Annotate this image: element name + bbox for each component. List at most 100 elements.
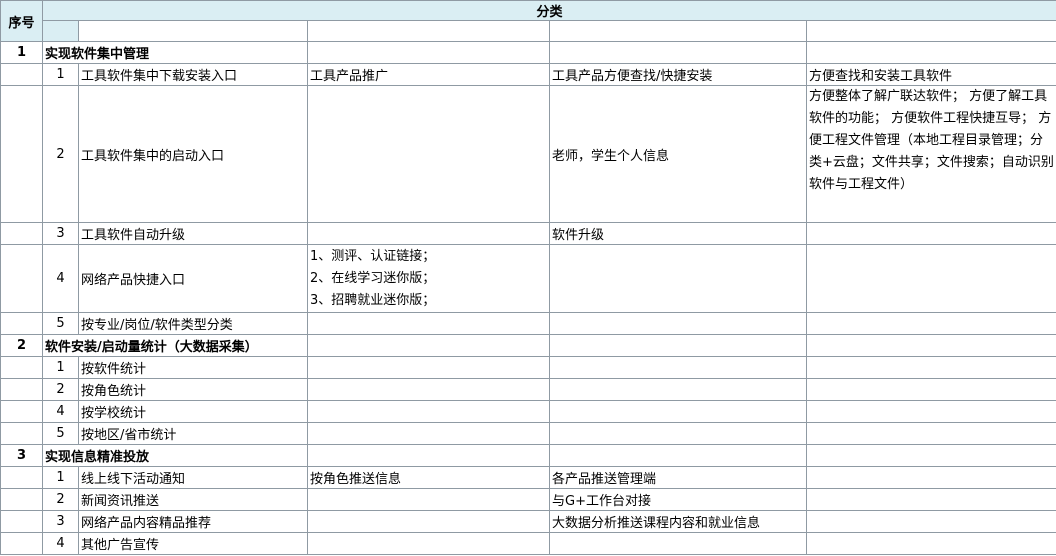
category-cell-c3[interactable]: 软件升级: [549, 222, 807, 245]
category-cell-c1[interactable]: 按角色统计: [78, 378, 308, 401]
category-cell-c2[interactable]: [307, 510, 550, 533]
category-cell-c1[interactable]: 新闻资讯推送: [78, 488, 308, 511]
section-number-cell[interactable]: 2: [0, 334, 43, 357]
row-number-cell[interactable]: 1: [42, 63, 79, 86]
index-gutter-cell[interactable]: [0, 85, 43, 223]
row-number-cell[interactable]: 4: [42, 244, 79, 313]
index-gutter-cell[interactable]: [0, 63, 43, 86]
category-cell-c3[interactable]: 各产品推送管理端: [549, 466, 807, 489]
category-header[interactable]: 分类: [42, 0, 1056, 21]
category-cell-c2[interactable]: [307, 400, 550, 423]
category-cell-c3[interactable]: [549, 422, 807, 445]
row-number-cell[interactable]: 1: [42, 356, 79, 379]
row-number-cell[interactable]: 3: [42, 222, 79, 245]
index-header[interactable]: 序号: [0, 0, 43, 42]
section-number-cell[interactable]: 1: [0, 41, 43, 64]
category-cell-c1[interactable]: 按专业/岗位/软件类型分类: [78, 312, 308, 335]
category-cell-c4[interactable]: [806, 488, 1056, 511]
section-title-cell[interactable]: 实现软件集中管理: [42, 41, 308, 64]
category-cell-c2[interactable]: [307, 356, 550, 379]
empty-cell[interactable]: [806, 334, 1056, 357]
sub-header-cell[interactable]: [42, 20, 79, 42]
category-cell-c2[interactable]: 工具产品推广: [307, 63, 550, 86]
sub-header-cell[interactable]: [806, 20, 1056, 42]
category-cell-c2[interactable]: 1、测评、认证链接； 2、在线学习迷你版； 3、招聘就业迷你版；: [307, 244, 550, 313]
empty-cell[interactable]: [806, 41, 1056, 64]
empty-cell[interactable]: [806, 444, 1056, 467]
category-cell-c4[interactable]: [806, 356, 1056, 379]
empty-cell[interactable]: [549, 444, 807, 467]
category-cell-c4[interactable]: 方便查找和安装工具软件: [806, 63, 1056, 86]
category-cell-c2[interactable]: [307, 422, 550, 445]
index-gutter-cell[interactable]: [0, 400, 43, 423]
category-cell-c4[interactable]: [806, 244, 1056, 313]
empty-cell[interactable]: [307, 334, 550, 357]
sub-header-cell[interactable]: [307, 20, 550, 42]
category-cell-c4[interactable]: [806, 222, 1056, 245]
category-cell-c3[interactable]: 老师，学生个人信息: [549, 85, 807, 223]
category-cell-c1[interactable]: 其他广告宣传: [78, 532, 308, 555]
category-cell-c4[interactable]: [806, 466, 1056, 489]
sub-header-cell[interactable]: [78, 20, 308, 42]
category-cell-c2[interactable]: [307, 222, 550, 245]
category-cell-c2[interactable]: [307, 378, 550, 401]
empty-cell[interactable]: [307, 41, 550, 64]
category-cell-c1[interactable]: 按地区/省市统计: [78, 422, 308, 445]
category-cell-c1[interactable]: 工具软件自动升级: [78, 222, 308, 245]
category-cell-c3[interactable]: [549, 400, 807, 423]
section-title-cell[interactable]: 实现信息精准投放: [42, 444, 308, 467]
row-number-cell[interactable]: 2: [42, 378, 79, 401]
row-number-cell[interactable]: 5: [42, 312, 79, 335]
category-cell-c2[interactable]: [307, 488, 550, 511]
row-number-cell[interactable]: 3: [42, 510, 79, 533]
category-cell-c1[interactable]: 网络产品快捷入口: [78, 244, 308, 313]
index-gutter-cell[interactable]: [0, 488, 43, 511]
index-gutter-cell[interactable]: [0, 312, 43, 335]
index-gutter-cell[interactable]: [0, 244, 43, 313]
category-cell-c3[interactable]: 工具产品方便查找/快捷安装: [549, 63, 807, 86]
row-number-cell[interactable]: 5: [42, 422, 79, 445]
empty-cell[interactable]: [307, 444, 550, 467]
category-cell-c3[interactable]: [549, 244, 807, 313]
category-cell-c1[interactable]: 按软件统计: [78, 356, 308, 379]
category-cell-c1[interactable]: 工具软件集中的启动入口: [78, 85, 308, 223]
category-cell-c2[interactable]: 按角色推送信息: [307, 466, 550, 489]
empty-cell[interactable]: [549, 41, 807, 64]
row-number-cell[interactable]: 2: [42, 488, 79, 511]
category-cell-c3[interactable]: [549, 356, 807, 379]
section-number-cell[interactable]: 3: [0, 444, 43, 467]
row-number-cell[interactable]: 2: [42, 85, 79, 223]
index-gutter-cell[interactable]: [0, 510, 43, 533]
category-cell-c2[interactable]: [307, 85, 550, 223]
category-cell-c1[interactable]: 网络产品内容精品推荐: [78, 510, 308, 533]
index-gutter-cell[interactable]: [0, 532, 43, 555]
row-number-cell[interactable]: 4: [42, 400, 79, 423]
sub-header-cell[interactable]: [549, 20, 807, 42]
category-cell-c3[interactable]: 大数据分析推送课程内容和就业信息: [549, 510, 807, 533]
category-cell-c3[interactable]: [549, 532, 807, 555]
category-cell-c4[interactable]: 方便整体了解广联达软件； 方便了解工具软件的功能； 方便软件工程快捷互导； 方便…: [806, 85, 1056, 223]
category-cell-c4[interactable]: [806, 510, 1056, 533]
category-cell-c4[interactable]: [806, 378, 1056, 401]
category-cell-c1[interactable]: 线上线下活动通知: [78, 466, 308, 489]
category-cell-c4[interactable]: [806, 400, 1056, 423]
empty-cell[interactable]: [549, 334, 807, 357]
category-cell-c4[interactable]: [806, 422, 1056, 445]
index-gutter-cell[interactable]: [0, 222, 43, 245]
category-cell-c3[interactable]: [549, 378, 807, 401]
row-number-cell[interactable]: 4: [42, 532, 79, 555]
section-title-cell[interactable]: 软件安装/启动量统计（大数据采集）: [42, 334, 308, 357]
index-gutter-cell[interactable]: [0, 422, 43, 445]
category-cell-c3[interactable]: 与G+工作台对接: [549, 488, 807, 511]
category-cell-c2[interactable]: [307, 312, 550, 335]
category-cell-c4[interactable]: [806, 532, 1056, 555]
category-cell-c3[interactable]: [549, 312, 807, 335]
category-cell-c1[interactable]: 工具软件集中下载安装入口: [78, 63, 308, 86]
index-gutter-cell[interactable]: [0, 466, 43, 489]
index-gutter-cell[interactable]: [0, 378, 43, 401]
category-cell-c1[interactable]: 按学校统计: [78, 400, 308, 423]
category-cell-c4[interactable]: [806, 312, 1056, 335]
index-gutter-cell[interactable]: [0, 356, 43, 379]
row-number-cell[interactable]: 1: [42, 466, 79, 489]
category-cell-c2[interactable]: [307, 532, 550, 555]
